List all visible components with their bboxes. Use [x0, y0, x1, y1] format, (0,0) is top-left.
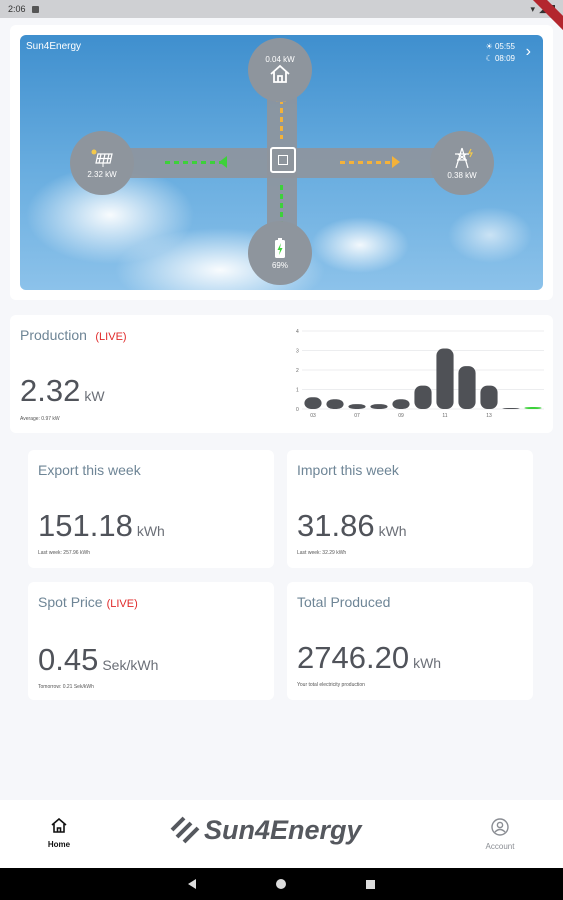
chart-x-tick-label: 03 [310, 413, 316, 419]
total-produced-title: Total Produced [297, 594, 391, 610]
spot-price-live-badge: (LIVE) [106, 598, 138, 610]
production-chart: 0 1 2 3 4 03 07 09 11 13 [296, 329, 544, 419]
production-unit: kW [84, 388, 105, 404]
grid-flow-arrow [340, 161, 395, 164]
chart-bar [436, 348, 454, 409]
export-week-title: Export this week [38, 462, 141, 478]
chart-x-tick-label: 11 [442, 413, 447, 419]
spot-price-card[interactable]: Spot Price (LIVE) 0.45 Sek/kWh Tomorrow: 0… [28, 582, 274, 700]
solar-flow-arrowhead [219, 156, 227, 168]
chart-bar [458, 366, 476, 409]
export-week-note: Last week: 257.96 kWh [38, 550, 90, 556]
import-week-card[interactable]: Import this week 31.86 kWh Last week: 32.… [287, 450, 533, 568]
solar-value: 2.32 kW [87, 169, 117, 179]
chart-x-tick-label: 13 [486, 413, 492, 419]
hero-brand: Sun4Energy [26, 41, 82, 52]
sunrise-time: 05:55 [494, 42, 515, 51]
chart-x-tick-label: 07 [354, 413, 360, 419]
system-navigation-bar [0, 868, 563, 900]
solar-flow-arrow [165, 161, 227, 164]
battery-charging-icon [275, 237, 285, 258]
spot-price-value: 0.45 [38, 642, 99, 677]
solar-node[interactable]: 2.32 kW [70, 131, 134, 195]
chart-bar [480, 385, 498, 409]
chart-x-tick-label: 09 [398, 413, 404, 419]
total-produced-unit: kWh [413, 655, 442, 671]
chart-y-tick-label: 2 [296, 368, 299, 374]
chart-y-tick-label: 0 [296, 407, 299, 413]
battery-node[interactable]: 69% [248, 221, 312, 285]
grid-value: 0.38 kW [447, 170, 477, 180]
spot-price-unit: Sek/kWh [102, 657, 159, 673]
production-value: 2.32 [20, 373, 81, 408]
import-week-unit: kWh [378, 523, 407, 539]
production-live-badge: (LIVE) [95, 331, 127, 343]
export-week-unit: kWh [136, 523, 165, 539]
brand-logo-text: Sun4Energy [204, 814, 362, 845]
chart-bar [392, 399, 410, 409]
power-tower-icon [455, 147, 473, 168]
import-week-note: Last week: 32.29 kWh [297, 550, 347, 556]
battery-value: 69% [271, 260, 288, 270]
notification-icon [31, 5, 39, 13]
house-icon [270, 64, 290, 83]
wifi-icon: ▾ [530, 3, 536, 14]
sun4energy-logo-icon [170, 816, 200, 844]
nav-account-label: Account [485, 842, 515, 851]
home-icon [51, 817, 67, 833]
export-week-value: 151.18 [38, 508, 133, 543]
chart-bar [524, 407, 542, 409]
solar-panel-icon [91, 149, 113, 167]
home-flow-arrow [280, 99, 283, 139]
status-bar: 2:06 ▾ ◢ [0, 0, 563, 18]
inverter-node [270, 147, 296, 173]
back-icon[interactable] [188, 879, 196, 889]
status-time: 2:06 [8, 4, 26, 14]
moon-icon: ☾ [485, 54, 493, 63]
production-card[interactable]: Production (LIVE) 2.32 kW Average: 0.97 k… [10, 315, 553, 433]
spot-price-title: Spot Price [38, 594, 103, 610]
chart-y-tick-label: 3 [296, 349, 299, 355]
chart-y-tick-label: 1 [296, 388, 299, 394]
production-average: Average: 0.97 kW [20, 416, 60, 422]
sun-times: ☀ 05:55 ☾ 08:09 [486, 41, 515, 65]
chart-bar [326, 399, 344, 409]
sunset-time: 08:09 [494, 54, 515, 63]
chevron-right-icon[interactable]: › [526, 43, 531, 61]
grid-flow-arrowhead [392, 156, 400, 168]
total-produced-note: Your total electricity production [297, 682, 365, 688]
chart-bar [370, 404, 388, 409]
home-circle-icon[interactable] [276, 879, 286, 889]
recents-icon[interactable] [366, 879, 375, 889]
import-week-title: Import this week [297, 462, 399, 478]
total-produced-value: 2746.20 [297, 640, 410, 675]
nav-home[interactable]: Home [44, 817, 74, 849]
home-value: 0.04 kW [265, 54, 295, 64]
energy-flow-panel[interactable]: Sun4Energy ☀ 05:55 ☾ 08:09 › 0.04 kW 2.3… [20, 35, 543, 290]
chart-bar [348, 404, 366, 409]
brand-logo: Sun4Energy [168, 814, 362, 846]
production-title: Production [20, 327, 87, 343]
bottom-navigation: Home Sun4Energy Account [0, 800, 563, 868]
nav-account[interactable]: Account [481, 818, 519, 851]
total-produced-card[interactable]: Total Produced 2746.20 kWh Your total ele… [287, 582, 533, 700]
import-week-value: 31.86 [297, 508, 375, 543]
chart-bar [502, 408, 520, 409]
spot-price-note: Tomorrow: 0.21 Sek/kWh [38, 684, 94, 690]
chart-bar [304, 397, 322, 409]
chart-y-tick-label: 4 [296, 329, 299, 335]
chart-bar [414, 385, 432, 409]
nav-home-label: Home [47, 840, 71, 849]
export-week-card[interactable]: Export this week 151.18 kWh Last week: 25… [28, 450, 274, 568]
home-node[interactable]: 0.04 kW [248, 38, 312, 102]
grid-node[interactable]: 0.38 kW [430, 131, 494, 195]
account-icon [491, 818, 509, 836]
battery-flow-arrow [280, 185, 283, 225]
sunrise-icon: ☀ [485, 42, 493, 51]
